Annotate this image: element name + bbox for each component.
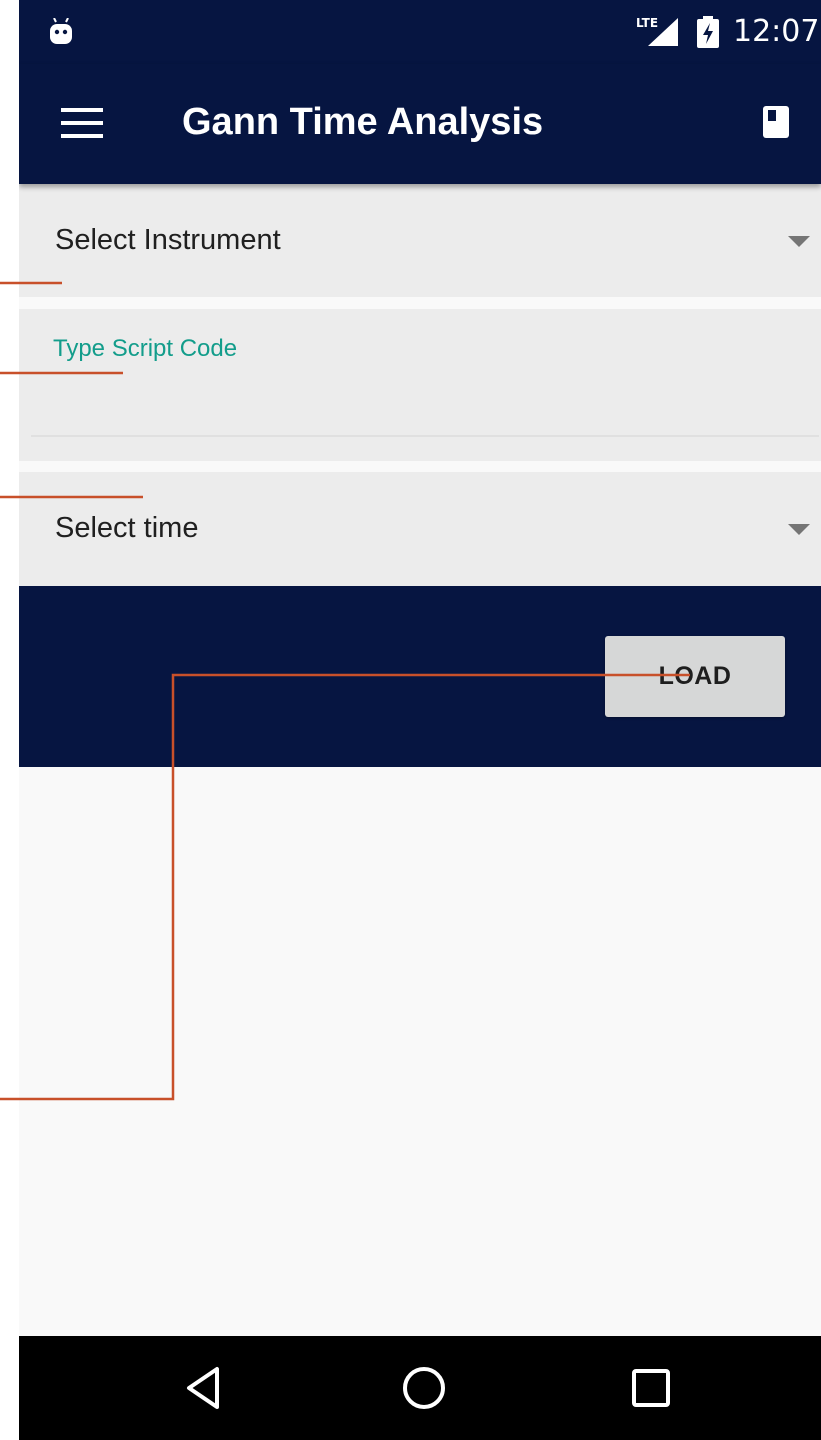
results-area [19, 767, 821, 1336]
script-code-field: Type Script Code [19, 309, 821, 461]
instrument-spinner-text: Select Instrument [55, 224, 281, 256]
time-spinner-text: Select time [55, 512, 199, 544]
system-nav-bar [19, 1336, 821, 1440]
device-screen: LTE 12:07 Gann Time Analysis Select Inst… [19, 0, 821, 1440]
app-title: Gann Time Analysis [182, 101, 544, 143]
recents-square-icon[interactable] [625, 1362, 677, 1414]
dropdown-caret-icon [788, 524, 810, 535]
script-code-input[interactable] [31, 367, 819, 437]
action-panel: LOAD [19, 586, 821, 767]
battery-charging-icon [697, 16, 719, 48]
script-code-label: Type Script Code [53, 335, 238, 362]
status-bar: LTE 12:07 [19, 0, 821, 64]
home-circle-icon[interactable] [398, 1362, 450, 1414]
lte-signal-icon: LTE [636, 16, 678, 46]
app-toolbar: Gann Time Analysis [19, 64, 821, 184]
book-icon[interactable] [763, 106, 789, 138]
status-clock: 12:07 [733, 14, 820, 49]
back-triangle-icon[interactable] [179, 1362, 231, 1414]
time-spinner[interactable]: Select time [19, 472, 821, 586]
hamburger-menu-icon[interactable] [61, 108, 103, 138]
load-button[interactable]: LOAD [605, 636, 785, 717]
dropdown-caret-icon [788, 236, 810, 247]
android-debug-icon [50, 18, 72, 44]
instrument-spinner[interactable]: Select Instrument [19, 184, 821, 297]
